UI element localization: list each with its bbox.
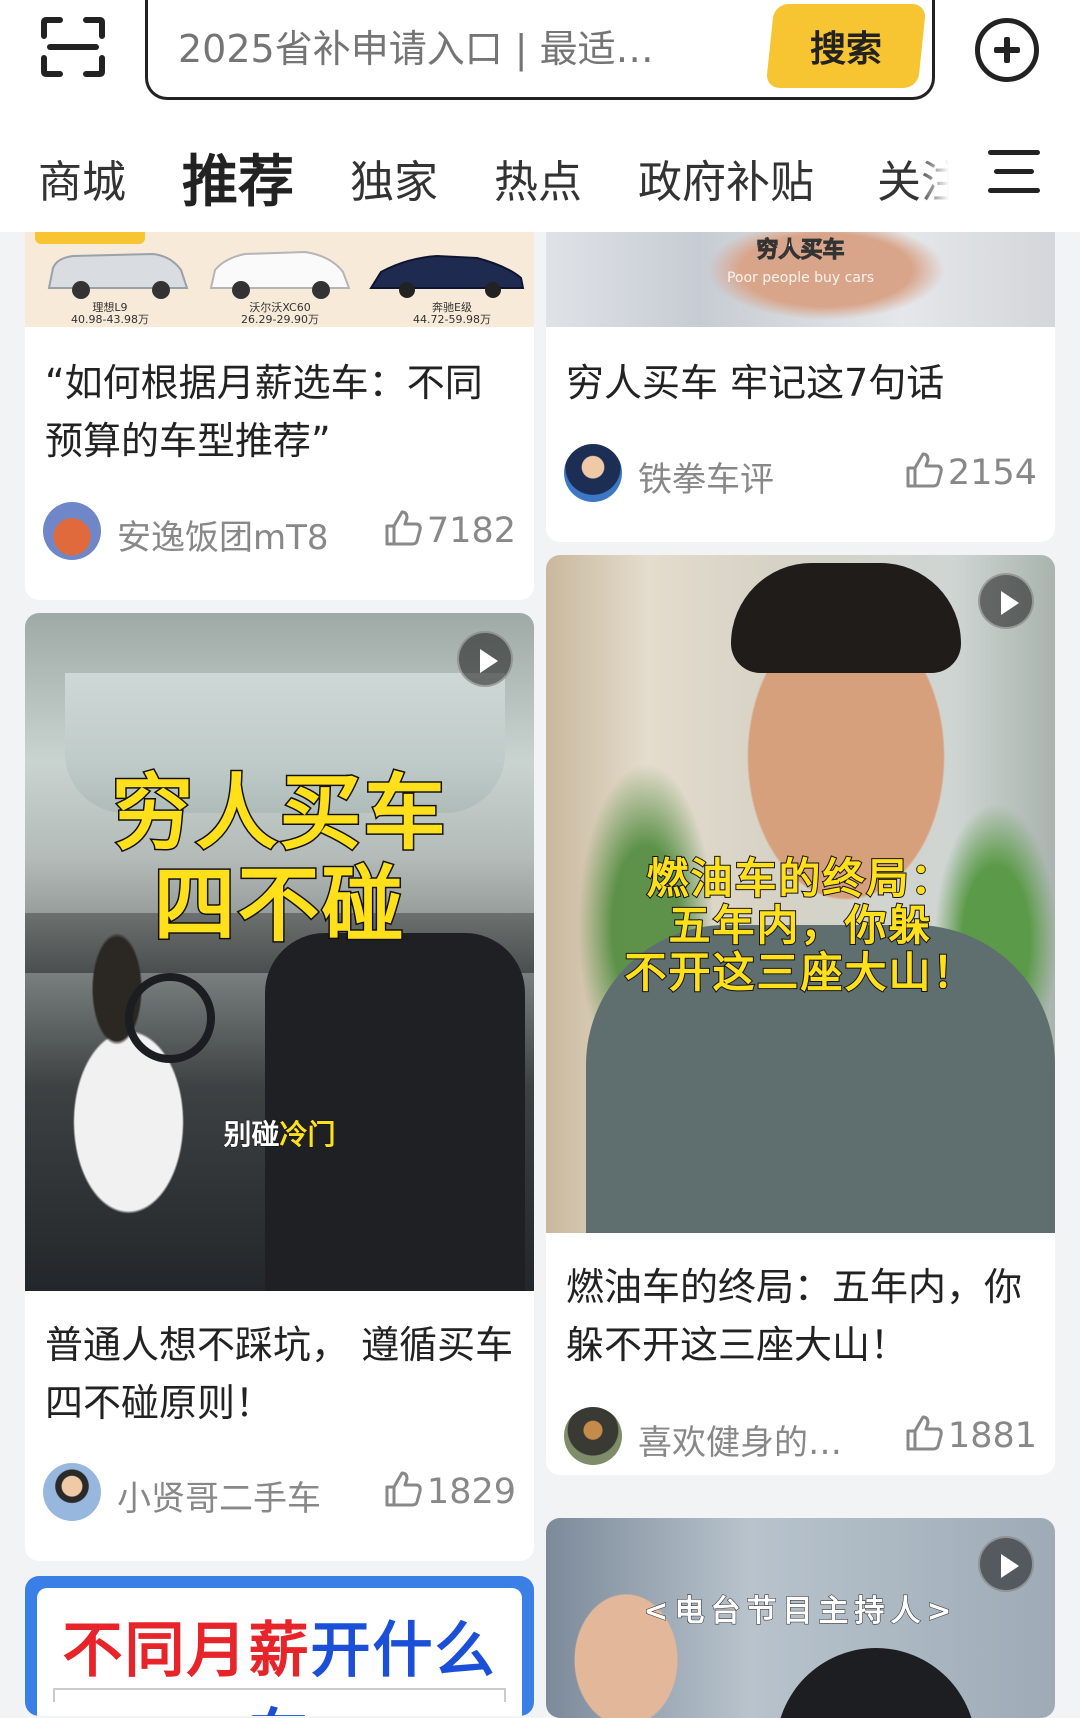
tab-follow[interactable]: 关注: [877, 146, 949, 210]
video-thumbnail: 燃油车的终局： 五年内，你躲 不开这三座大山！: [546, 555, 1055, 1233]
tab-mall[interactable]: 商城: [38, 146, 126, 210]
video-overlay-text: <电台节目主持人>: [643, 1594, 958, 1630]
overlay-line: 穷人买车: [110, 766, 448, 861]
scan-icon[interactable]: [40, 16, 106, 78]
car-image: [369, 254, 525, 298]
author-name[interactable]: 安逸饭团mT8: [117, 510, 329, 559]
feed-card[interactable]: 不同月薪开什么车: [25, 1576, 534, 1716]
add-icon[interactable]: [975, 18, 1039, 82]
top-bar: 搜索: [0, 0, 1080, 112]
like-count-value: 1829: [426, 1472, 516, 1512]
tab-recommend[interactable]: 推荐: [179, 137, 297, 224]
subtitle-white: 别碰: [223, 1118, 280, 1152]
feed-card[interactable]: 穷人买车 四不碰 别碰冷门 普通人想不踩坑， 遵循买车四不碰原则！ 小贤哥二手车…: [25, 613, 534, 1561]
author-name[interactable]: 喜欢健身的…: [638, 1415, 842, 1464]
tab-subsidy[interactable]: 政府补贴: [638, 146, 814, 210]
car-price: 40.98-43.98万: [71, 313, 149, 326]
thumbs-up-icon: [385, 1471, 422, 1507]
card-thumbnail: 不同月薪开什么车: [37, 1588, 522, 1716]
avatar[interactable]: [564, 1407, 622, 1465]
thumb-caption: Poor people buy cars: [726, 270, 874, 286]
play-icon[interactable]: [978, 1536, 1034, 1592]
card-thumbnail: 理想L9 40.98-43.98万 沃尔沃XC60 26.29-29.90万 奔驰E…: [25, 232, 534, 327]
subtitle-yellow: 冷门: [279, 1118, 336, 1152]
car-price: 44.72-59.98万: [413, 313, 491, 326]
search-button[interactable]: 搜索: [765, 4, 927, 88]
play-icon[interactable]: [978, 573, 1034, 629]
card-title[interactable]: 燃油车的终局：五年内，你躲不开这三座大山！: [566, 1258, 1039, 1374]
feed-card[interactable]: 理想L9 40.98-43.98万 沃尔沃XC60 26.29-29.90万 奔驰E…: [25, 232, 534, 600]
search-button-label: 搜索: [809, 29, 882, 70]
play-icon[interactable]: [457, 631, 513, 687]
thumb-overlay-text: 穷人买车: [756, 238, 845, 264]
car-image: [209, 250, 351, 299]
thumbs-up-icon: [906, 452, 943, 488]
avatar[interactable]: [564, 444, 622, 502]
like-count[interactable]: 1829: [383, 1469, 516, 1512]
like-count-value: 1881: [947, 1416, 1037, 1456]
overlay-line: 燃油车的终局：: [645, 854, 955, 903]
like-count[interactable]: 7182: [383, 508, 516, 551]
search-box: 搜索: [145, 0, 935, 100]
card-thumbnail: 穷人买车 Poor people buy cars: [546, 232, 1055, 327]
video-overlay-text: 燃油车的终局： 五年内，你躲 不开这三座大山！: [546, 854, 1055, 997]
search-input[interactable]: [178, 20, 738, 78]
like-count-value: 7182: [426, 511, 516, 551]
tab-hot[interactable]: 热点: [494, 146, 582, 210]
car-price: 26.29-29.90万: [241, 313, 319, 326]
video-thumbnail: 穷人买车 四不碰 别碰冷门: [25, 613, 534, 1291]
avatar[interactable]: [43, 502, 101, 560]
feed-card[interactable]: <电台节目主持人>: [546, 1518, 1055, 1718]
car-image: [47, 252, 189, 299]
author-name[interactable]: 小贤哥二手车: [117, 1471, 321, 1520]
thumbs-up-icon: [385, 510, 422, 546]
author-name[interactable]: 铁拳车评: [638, 452, 774, 501]
overlay-line: 不开这三座大山！: [623, 948, 977, 997]
banner-red: 不同月薪: [62, 1616, 311, 1686]
video-subtitle: 别碰冷门: [25, 1113, 534, 1153]
menu-icon[interactable]: [988, 150, 1040, 194]
tab-recommend-label: 推荐: [182, 150, 294, 215]
feed-card[interactable]: 燃油车的终局： 五年内，你躲 不开这三座大山！ 燃油车的终局：五年内，你躲不开这…: [546, 555, 1055, 1475]
thumbs-up-icon: [906, 1415, 943, 1451]
avatar[interactable]: [43, 1463, 101, 1521]
card-title[interactable]: “如何根据月薪选车：不同预算的车型推荐”: [45, 354, 518, 470]
like-count[interactable]: 2154: [904, 450, 1037, 493]
category-tabs: 商城 推荐 独家 热点 政府补贴 关注: [0, 112, 1080, 232]
tab-exclusive[interactable]: 独家: [350, 146, 438, 210]
card-title[interactable]: 穷人买车 牢记这7句话: [566, 354, 1039, 412]
overlay-line: 五年内，你躲: [667, 901, 933, 950]
like-count[interactable]: 1881: [904, 1413, 1037, 1456]
overlay-line: 四不碰: [152, 858, 406, 953]
like-count-value: 2154: [947, 453, 1037, 493]
video-overlay-text: 穷人买车 四不碰: [25, 766, 534, 953]
card-title[interactable]: 普通人想不踩坑， 遵循买车四不碰原则！: [45, 1316, 518, 1432]
video-thumbnail: <电台节目主持人>: [546, 1518, 1055, 1718]
feed-card[interactable]: 穷人买车 Poor people buy cars 穷人买车 牢记这7句话 铁拳…: [546, 232, 1055, 542]
